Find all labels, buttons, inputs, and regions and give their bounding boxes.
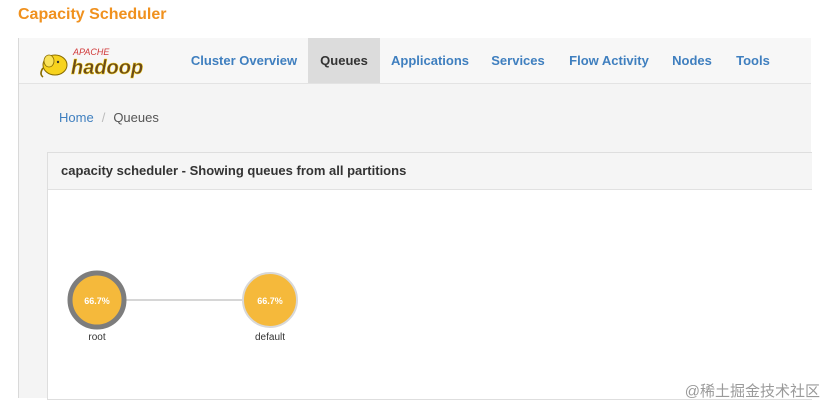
queues-panel: capacity scheduler - Showing queues from… — [47, 152, 812, 400]
queue-name-label: default — [255, 332, 285, 343]
nav-tools[interactable]: Tools — [727, 38, 779, 83]
page-title: Capacity Scheduler — [18, 6, 167, 23]
breadcrumb: Home / Queues — [59, 110, 159, 125]
nav-applications[interactable]: Applications — [384, 38, 476, 83]
elephant-icon — [40, 54, 68, 78]
logo-hadoop-text: hadoop — [71, 57, 143, 79]
nav-queues[interactable]: Queues — [308, 38, 380, 83]
breadcrumb-home-link[interactable]: Home — [59, 110, 94, 125]
nav-services[interactable]: Services — [481, 38, 555, 83]
queue-capacity-label: 66.7% — [257, 296, 283, 306]
nav-nodes[interactable]: Nodes — [662, 38, 722, 83]
hadoop-logo[interactable]: APACHE hadoop — [37, 44, 185, 80]
breadcrumb-separator: / — [101, 110, 106, 125]
queue-capacity-label: 66.7% — [84, 296, 110, 306]
panel-heading: capacity scheduler - Showing queues from… — [48, 153, 812, 190]
nav-cluster-overview[interactable]: Cluster Overview — [185, 38, 303, 83]
queue-node-default[interactable]: 66.7% default — [242, 272, 298, 343]
queue-name-label: root — [88, 332, 105, 343]
breadcrumb-current: Queues — [113, 110, 159, 125]
top-navbar: APACHE hadoop Cluster Overview Queues Appl… — [19, 38, 811, 84]
yarn-ui-frame: APACHE hadoop Cluster Overview Queues Appl… — [18, 38, 812, 400]
watermark: @稀土掘金技术社区 — [684, 383, 820, 400]
logo-apache-text: APACHE — [72, 47, 110, 57]
queue-node-root[interactable]: 66.7% root — [67, 270, 127, 343]
queue-hierarchy-graph: 66.7% root 66.7% default — [67, 270, 298, 343]
nav-flow-activity[interactable]: Flow Activity — [560, 38, 658, 83]
